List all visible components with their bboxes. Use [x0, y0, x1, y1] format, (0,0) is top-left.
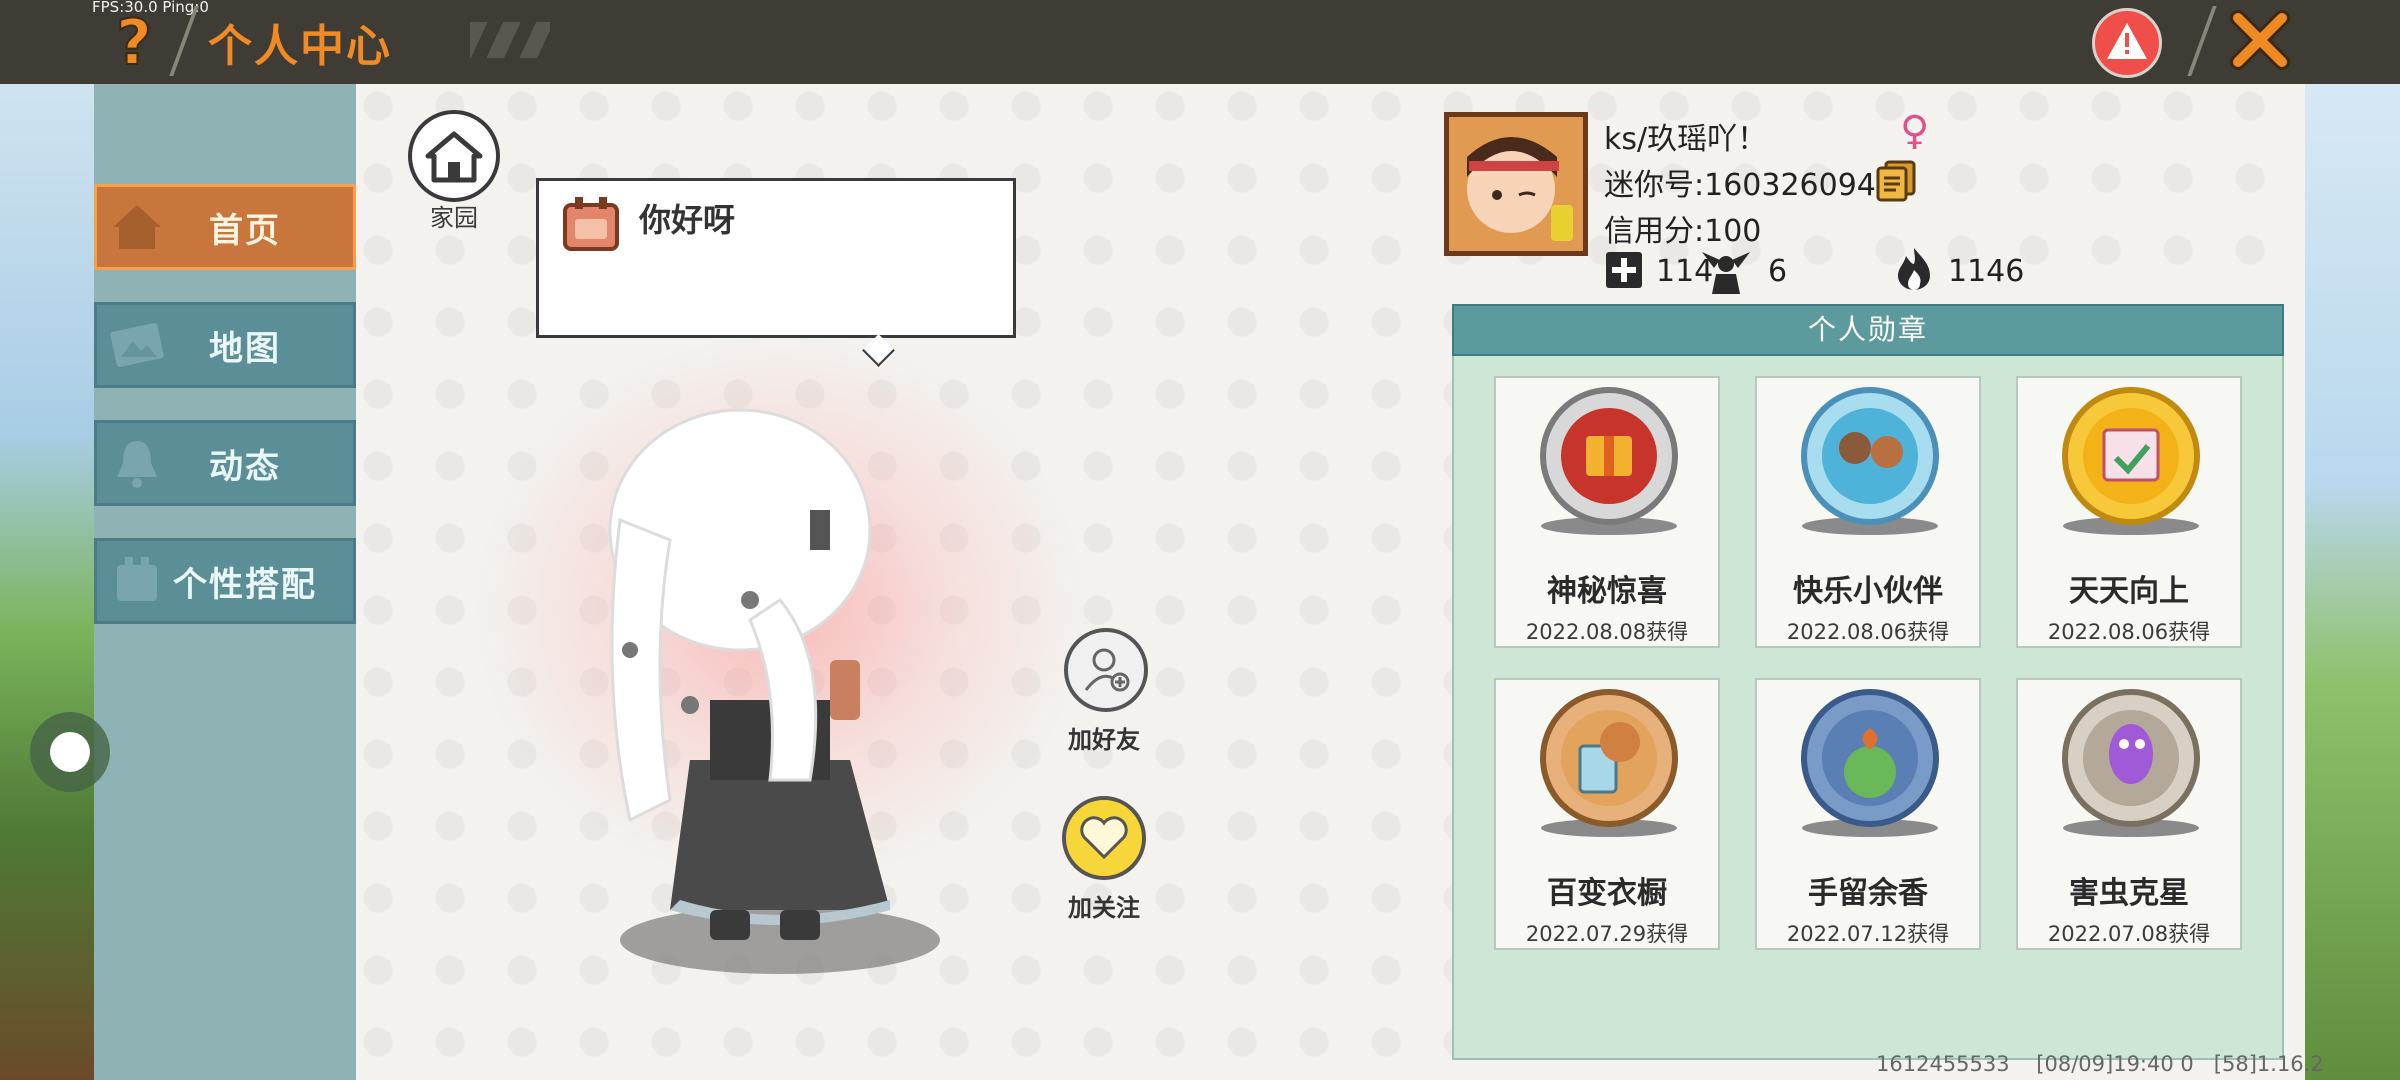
medal-name: 害虫克星: [2069, 876, 2189, 911]
medal-card[interactable]: 百变衣橱 2022.07.29获得: [1494, 678, 1720, 950]
speech-bubble: 你好呀: [536, 178, 1016, 338]
medal-mystery-gift-icon: [1540, 387, 1678, 535]
medal-name: 快乐小伙伴: [1793, 574, 1943, 609]
background-scenery-right: [2305, 84, 2400, 1080]
homeland-button[interactable]: [408, 110, 500, 202]
medal-happy-buddy-icon: [1801, 387, 1939, 535]
medal-date: 2022.07.29获得: [1525, 922, 1689, 946]
copy-icon[interactable]: [1876, 160, 1916, 202]
message-box-icon: [563, 197, 619, 251]
topbar-divider: [2187, 6, 2217, 76]
topbar-divider: [169, 6, 199, 76]
medal-date: 2022.07.12获得: [1786, 922, 1950, 946]
help-icon[interactable]: ?: [110, 5, 160, 80]
page-title: 个人中心: [208, 21, 392, 72]
medal-date: 2022.08.06获得: [2047, 620, 2211, 644]
warning-icon: [2105, 21, 2149, 65]
friends-icon: [1604, 250, 1644, 290]
medal-daily-progress-icon: [2062, 387, 2200, 535]
sidebar-item-label: 个性搭配: [173, 564, 317, 605]
background-scenery-left: [0, 84, 94, 1080]
medal-card[interactable]: 害虫克星 2022.07.08获得: [2016, 678, 2242, 950]
follow-button[interactable]: [1062, 796, 1146, 880]
avatar[interactable]: [1444, 112, 1588, 256]
floating-joystick-button[interactable]: [30, 712, 110, 792]
sidebar-item-outfit[interactable]: 个性搭配: [94, 538, 356, 624]
follow-label: 加关注: [1068, 894, 1140, 922]
medal-date: 2022.08.06获得: [1786, 620, 1950, 644]
sidebar-item-map[interactable]: 地图: [94, 302, 356, 388]
version-info: 1612455533 [08/09]19:40 0 [58]1.16.2: [1876, 1052, 2324, 1076]
add-friend-label: 加好友: [1068, 726, 1140, 754]
player-character[interactable]: [560, 400, 960, 980]
medal-card[interactable]: 神秘惊喜 2022.08.08获得: [1494, 376, 1720, 648]
sidebar-item-label: 动态: [209, 446, 281, 487]
medal-card[interactable]: 手留余香 2022.07.12获得: [1755, 678, 1981, 950]
popularity-count: 1146: [1948, 254, 2025, 289]
homeland-label: 家园: [430, 204, 478, 232]
sidebar-item-feed[interactable]: 动态: [94, 420, 356, 506]
mini-id: 迷你号:1603260944: [1604, 168, 1895, 203]
medal-name: 天天向上: [2069, 574, 2189, 609]
medal-name: 手留余香: [1808, 876, 1928, 911]
medal-lingering-fragrance-icon: [1801, 689, 1939, 837]
medal-wardrobe-icon: [1540, 689, 1678, 837]
house-icon: [425, 131, 483, 183]
add-friend-button[interactable]: [1064, 628, 1148, 712]
sidebar-item-label: 地图: [209, 328, 281, 369]
medal-date: 2022.07.08获得: [2047, 922, 2211, 946]
medal-pest-buster-icon: [2062, 689, 2200, 837]
top-bar: FPS:30.0 Ping:0 ? 个人中心: [0, 0, 2400, 84]
fire-icon: [1894, 246, 1934, 292]
medal-date: 2022.08.08获得: [1525, 620, 1689, 644]
fans-count: 6: [1768, 254, 1788, 289]
username: ks/玖瑶吖！: [1604, 122, 1768, 157]
speech-bubble-text: 你好呀: [639, 201, 736, 239]
gender-icon: ♀: [1900, 108, 1930, 154]
medal-panel-title: 个人勋章: [1452, 304, 2284, 356]
report-button[interactable]: [2092, 8, 2162, 78]
close-button[interactable]: [2228, 8, 2292, 72]
sidebar-item-home[interactable]: 首页: [94, 184, 356, 270]
close-icon: [2230, 10, 2290, 70]
medal-card[interactable]: 天天向上 2022.08.06获得: [2016, 376, 2242, 648]
fans-icon: [1700, 248, 1752, 296]
decorative-stripes: [470, 22, 550, 58]
medal-name: 神秘惊喜: [1547, 574, 1667, 609]
credit-score: 信用分:100: [1604, 214, 1762, 249]
heart-icon: [1080, 816, 1128, 860]
medal-name: 百变衣橱: [1547, 876, 1667, 911]
sidebar-item-label: 首页: [209, 210, 281, 251]
medal-card[interactable]: 快乐小伙伴 2022.08.06获得: [1755, 376, 1981, 648]
svg-text:?: ?: [116, 10, 152, 72]
add-user-icon: [1084, 648, 1130, 692]
